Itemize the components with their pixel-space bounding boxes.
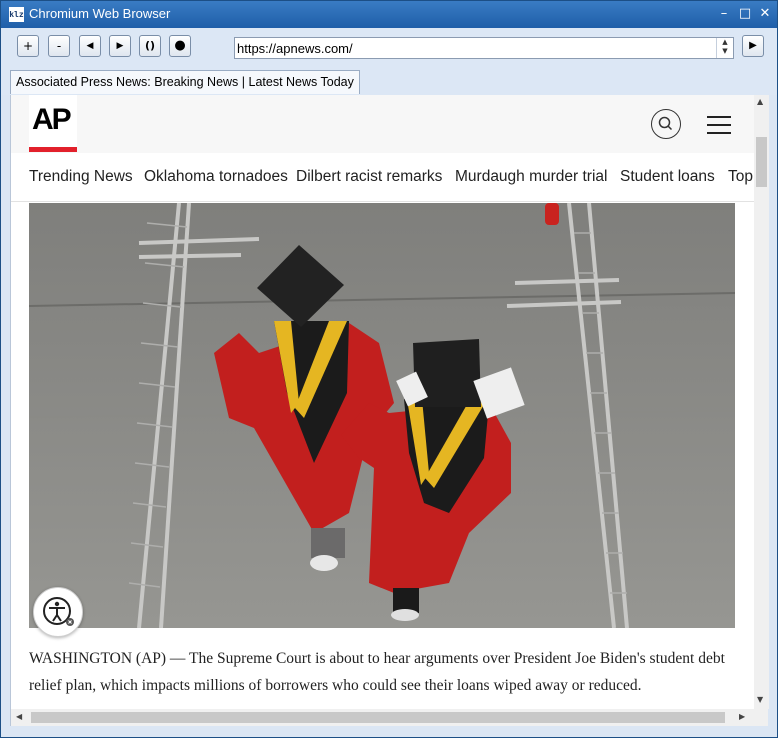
url-dropdown-icon[interactable]: ▲ ▼ (716, 38, 733, 58)
scroll-down-icon[interactable]: ▼ (757, 695, 763, 704)
ap-logo-text: AP (32, 103, 72, 136)
browser-window: klz Chromium Web Browser – □ ✕ + - ◀ ▶ (… (0, 0, 778, 738)
tab-apnews[interactable]: Associated Press News: Breaking News | L… (10, 70, 360, 94)
minimize-button[interactable]: – (716, 6, 732, 22)
nav-murdaugh-murder-trial[interactable]: Murdaugh murder trial (455, 168, 607, 186)
title-bar: klz Chromium Web Browser – □ ✕ (1, 1, 777, 28)
accessibility-button[interactable] (33, 587, 83, 637)
maximize-button[interactable]: □ (737, 6, 753, 22)
graduates-photo (29, 203, 735, 628)
hamburger-line (707, 132, 731, 134)
menu-button[interactable] (707, 115, 731, 135)
web-content: AP Trending News Oklahoma tornadoes Dilb… (10, 95, 769, 709)
url-input[interactable] (237, 39, 711, 57)
app-icon: klz (9, 7, 24, 22)
nav-oklahoma-tornadoes[interactable]: Oklahoma tornadoes (144, 168, 288, 186)
forward-button[interactable]: ▶ (109, 35, 131, 57)
hamburger-line (707, 124, 731, 126)
site-header: AP (11, 95, 761, 153)
search-icon (658, 116, 673, 131)
ap-logo[interactable]: AP (29, 95, 77, 152)
navigation-toolbar: + - ◀ ▶ () ● ▲▼ ▶ (1, 28, 777, 68)
window-title: Chromium Web Browser (29, 6, 171, 21)
zoom-out-button[interactable]: - (48, 35, 70, 57)
nav-dilbert-racist-remarks[interactable]: Dilbert racist remarks (296, 168, 442, 186)
scroll-right-icon[interactable]: ▶ (739, 712, 745, 721)
nav-top[interactable]: Top (728, 168, 753, 186)
close-button[interactable]: ✕ (757, 6, 773, 22)
back-button[interactable]: ◀ (79, 35, 101, 57)
zoom-in-button[interactable]: + (17, 35, 39, 57)
ap-logo-bar (29, 147, 77, 152)
scroll-up-icon[interactable]: ▲ (757, 97, 763, 106)
scrollbar-corner (752, 709, 768, 726)
reload-button[interactable]: () (139, 35, 161, 57)
address-bar[interactable]: ▲▼ (234, 37, 734, 59)
scroll-left-icon[interactable]: ◀ (16, 712, 22, 721)
nav-student-loans[interactable]: Student loans (620, 168, 715, 186)
horizontal-scrollbar[interactable]: ◀ ▶ (10, 709, 753, 726)
vertical-scroll-thumb[interactable] (756, 137, 767, 187)
trending-nav: Trending News Oklahoma tornadoes Dilbert… (11, 153, 761, 202)
article-lead-paragraph: WASHINGTON (AP) — The Supreme Court is a… (29, 650, 725, 694)
search-button[interactable] (651, 109, 681, 139)
hamburger-icon (707, 116, 731, 118)
hero-image[interactable] (29, 203, 735, 628)
horizontal-scroll-thumb[interactable] (31, 712, 725, 723)
nav-trending-news[interactable]: Trending News (29, 168, 133, 186)
vertical-scrollbar[interactable]: ▲ ▼ (754, 95, 769, 709)
go-button[interactable]: ▶ (742, 35, 764, 57)
accessibility-icon (43, 597, 74, 626)
stop-button[interactable]: ● (169, 35, 191, 57)
tab-strip: Associated Press News: Breaking News | L… (1, 68, 777, 95)
